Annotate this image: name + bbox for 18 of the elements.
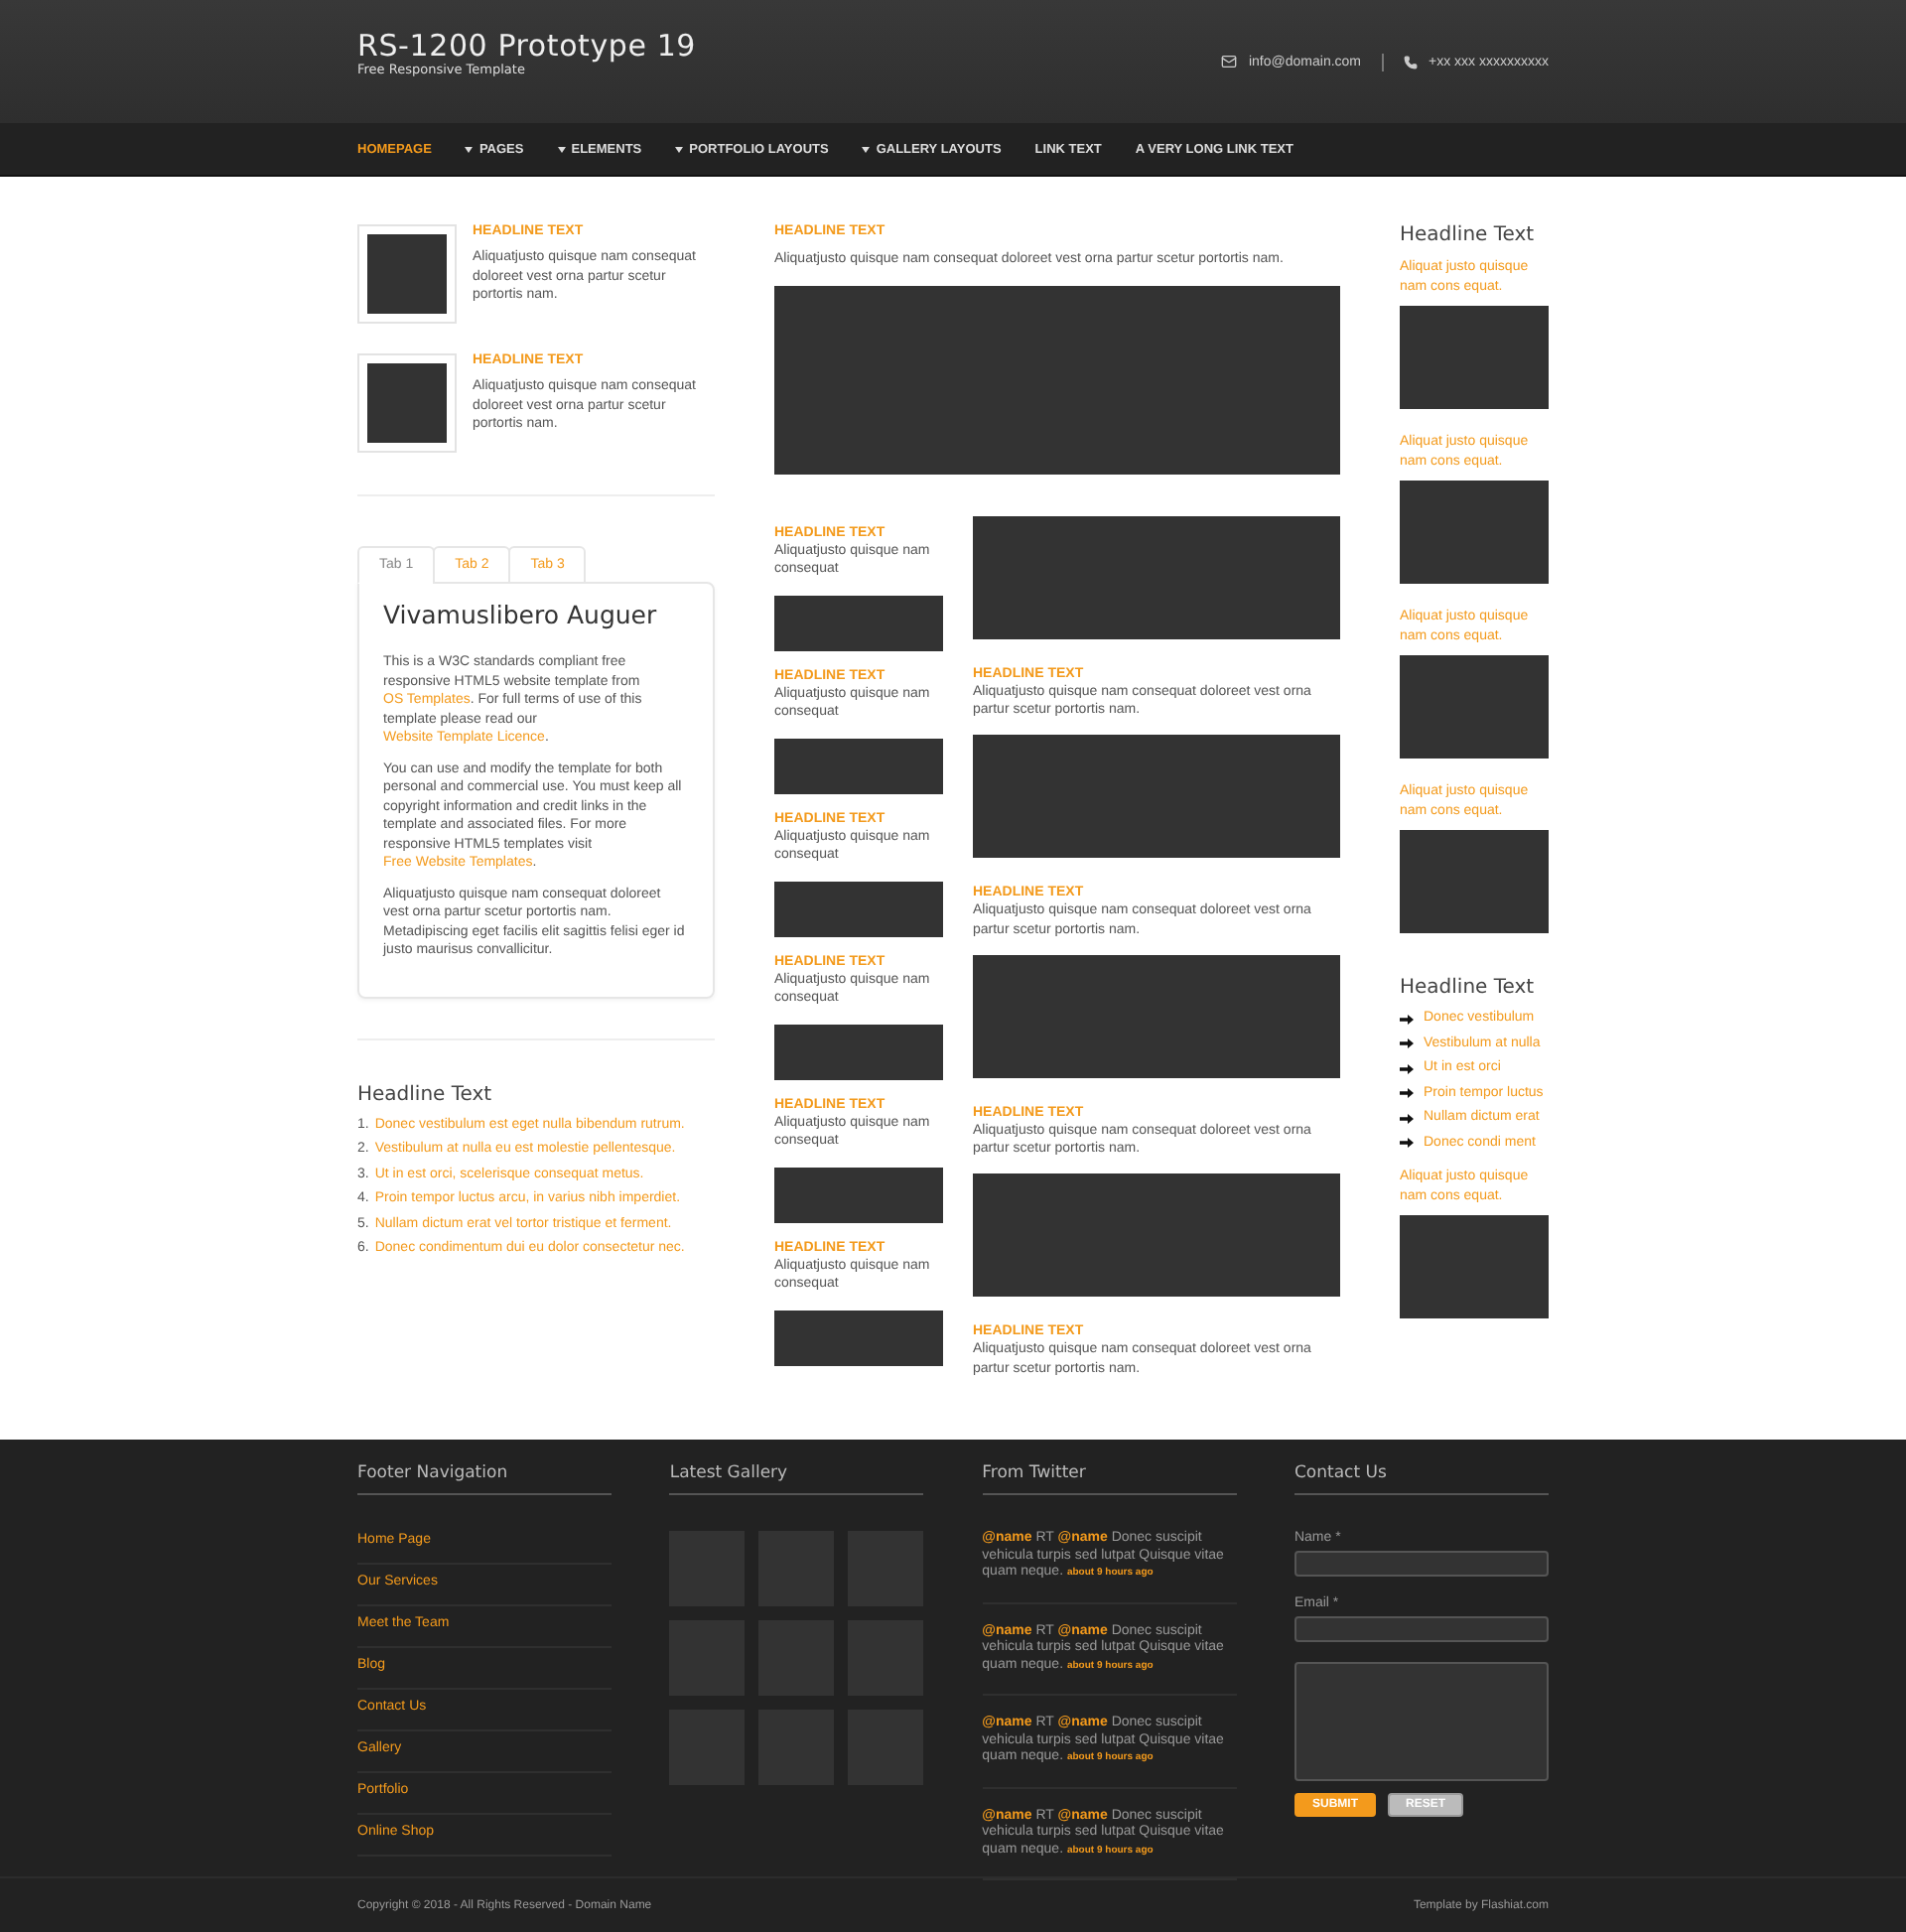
message-field[interactable]	[1293, 1662, 1549, 1781]
caret-icon	[862, 146, 871, 152]
mail-icon	[1220, 54, 1237, 69]
email-field[interactable]	[1293, 1616, 1549, 1642]
caret-icon	[675, 146, 684, 152]
footer-heading: Footer Navigation	[357, 1463, 612, 1495]
caret-icon	[557, 146, 566, 152]
footer-heading: Contact Us	[1293, 1463, 1549, 1495]
footer-heading: From Twitter	[982, 1463, 1237, 1495]
section-heading: Headline Text	[1400, 224, 1537, 246]
panel-title: Vivamuslibero Auguer	[383, 600, 659, 629]
name-field[interactable]	[1293, 1551, 1549, 1577]
section-heading: Headline Text	[357, 1083, 494, 1105]
site-title: RS-1200 Prototype 19	[357, 30, 697, 62]
caret-icon	[465, 146, 474, 152]
footer-heading: Latest Gallery	[669, 1463, 924, 1495]
section-heading: Headline Text	[1400, 977, 1537, 999]
phone-icon	[1403, 55, 1418, 69]
